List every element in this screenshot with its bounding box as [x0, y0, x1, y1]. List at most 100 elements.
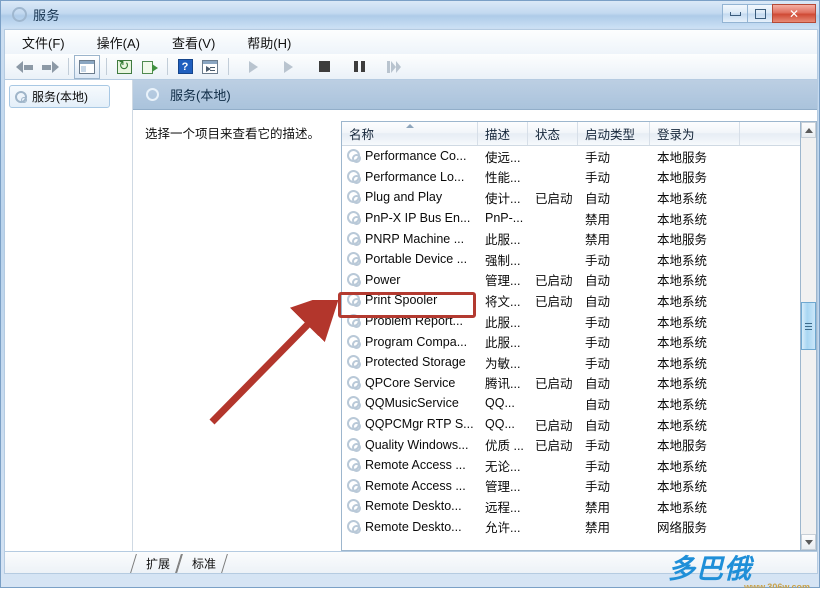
- refresh-icon[interactable]: [112, 56, 136, 78]
- table-row[interactable]: Program Compa... 此服... 手动 本地系统: [342, 331, 813, 352]
- cell-startup: 手动: [585, 253, 611, 268]
- cell-name: Print Spooler: [342, 293, 478, 308]
- minimize-button[interactable]: [722, 4, 748, 23]
- table-row[interactable]: Portable Device ... 强制... 手动 本地系统: [342, 249, 813, 270]
- tab-standard[interactable]: 标准: [179, 554, 225, 573]
- cell-description: 此服...: [485, 336, 521, 351]
- gear-icon: [347, 293, 361, 308]
- tab-extended[interactable]: 扩展: [133, 554, 179, 573]
- table-row[interactable]: Remote Deskto... 允许... 禁用 网络服务: [342, 517, 813, 538]
- cell-description: QQ...: [485, 417, 515, 432]
- table-row[interactable]: QQPCMgr RTP S... QQ... 已启动 自动 本地系统: [342, 414, 813, 435]
- cell-status: 已启动: [535, 191, 573, 206]
- vertical-scrollbar[interactable]: [800, 121, 817, 551]
- scroll-down-arrow[interactable]: [801, 534, 816, 550]
- menu-action[interactable]: 操作(A): [94, 31, 143, 54]
- forward-icon[interactable]: [38, 56, 62, 78]
- cell-startup: 自动: [585, 418, 611, 433]
- start-service-icon[interactable]: [242, 56, 266, 78]
- column-header-description[interactable]: 描述: [478, 122, 528, 145]
- service-name-label: PnP-X IP Bus En...: [365, 211, 471, 226]
- scroll-thumb[interactable]: [801, 302, 816, 350]
- title-bar: 服务 ✕: [1, 1, 819, 28]
- table-row[interactable]: Remote Access ... 管理... 手动 本地系统: [342, 476, 813, 497]
- cell-description: 管理...: [485, 274, 521, 289]
- table-row[interactable]: Plug and Play 使计... 已启动 自动 本地系统: [342, 187, 813, 208]
- menu-help[interactable]: 帮助(H): [244, 31, 294, 54]
- cell-description: 允许...: [485, 521, 521, 536]
- cell-logon: 本地系统: [657, 336, 708, 351]
- cell-logon: 本地系统: [657, 500, 708, 515]
- close-button[interactable]: ✕: [772, 4, 816, 23]
- table-row[interactable]: QQMusicService QQ... 自动 本地系统: [342, 393, 813, 414]
- gear-icon: [347, 252, 361, 267]
- cell-startup: 手动: [585, 336, 611, 351]
- stop-service-icon[interactable]: [312, 56, 336, 78]
- maximize-button[interactable]: [747, 4, 773, 23]
- table-row[interactable]: PnP-X IP Bus En... PnP-... 禁用 本地系统: [342, 208, 813, 229]
- gear-icon: [347, 211, 361, 226]
- table-row[interactable]: Remote Deskto... 远程... 禁用 本地系统: [342, 496, 813, 517]
- service-name-label: Protected Storage: [365, 355, 466, 370]
- column-header-log-on-as[interactable]: 登录为: [650, 122, 740, 145]
- cell-name: PnP-X IP Bus En...: [342, 211, 478, 226]
- gear-icon: [347, 458, 361, 473]
- table-row[interactable]: Protected Storage 为敏... 手动 本地系统: [342, 352, 813, 373]
- table-row[interactable]: QPCore Service 腾讯... 已启动 自动 本地系统: [342, 373, 813, 394]
- table-row[interactable]: Problem Report... 此服... 手动 本地系统: [342, 311, 813, 332]
- service-name-label: QQMusicService: [365, 396, 459, 411]
- cell-startup: 自动: [585, 397, 611, 412]
- sidebar-item-services-local[interactable]: 服务(本地): [9, 85, 110, 108]
- cell-startup: 手动: [585, 459, 611, 474]
- desktop-background: [0, 588, 820, 600]
- screenshot-root: 服务 ✕ 文件(F) 操作(A) 查看(V) 帮助(H) ↻ ? 服务(本地) …: [0, 0, 820, 600]
- pause-service-icon[interactable]: [347, 56, 371, 78]
- gear-icon: [347, 355, 361, 370]
- column-header-startup-type[interactable]: 启动类型: [578, 122, 650, 145]
- cell-description: 无论...: [485, 459, 521, 474]
- service-name-label: QPCore Service: [365, 375, 456, 390]
- cell-name: Performance Lo...: [342, 169, 478, 184]
- service-name-label: Remote Deskto...: [365, 519, 462, 534]
- cell-description: 远程...: [485, 500, 521, 515]
- table-row[interactable]: Print Spooler 将文... 已启动 自动 本地系统: [342, 290, 813, 311]
- resume-service-icon[interactable]: [277, 56, 301, 78]
- cell-startup: 禁用: [585, 500, 611, 515]
- cell-logon: 本地系统: [657, 253, 708, 268]
- cell-name: Remote Deskto...: [342, 519, 478, 534]
- table-row[interactable]: Performance Lo... 性能... 手动 本地服务: [342, 167, 813, 188]
- cell-startup: 手动: [585, 480, 611, 495]
- properties-icon[interactable]: [198, 56, 222, 78]
- restart-service-icon[interactable]: [382, 56, 406, 78]
- table-row[interactable]: Performance Co... 使远... 手动 本地服务: [342, 146, 813, 167]
- table-row[interactable]: Quality Windows... 优质 ... 已启动 手动 本地服务: [342, 434, 813, 455]
- service-name-label: PNRP Machine ...: [365, 231, 465, 246]
- cell-name: Problem Report...: [342, 314, 478, 329]
- show-hide-console-tree-icon[interactable]: [74, 54, 100, 79]
- export-list-icon[interactable]: [137, 56, 161, 78]
- column-header-name[interactable]: 名称: [342, 122, 478, 145]
- table-row[interactable]: Power 管理... 已启动 自动 本地系统: [342, 270, 813, 291]
- help-icon[interactable]: ?: [173, 56, 197, 78]
- cell-logon: 本地系统: [657, 191, 708, 206]
- cell-logon: 本地系统: [657, 377, 708, 392]
- scroll-up-arrow[interactable]: [801, 122, 816, 138]
- service-name-label: Problem Report...: [365, 314, 463, 329]
- cell-startup: 手动: [585, 150, 611, 165]
- pane-header: 服务(本地): [133, 80, 817, 110]
- table-row[interactable]: Remote Access ... 无论... 手动 本地系统: [342, 455, 813, 476]
- cell-logon: 本地系统: [657, 459, 708, 474]
- cell-logon: 本地系统: [657, 480, 708, 495]
- column-header-status[interactable]: 状态: [528, 122, 578, 145]
- service-name-label: Remote Access ...: [365, 478, 466, 493]
- tool-bar: ?: [4, 54, 818, 80]
- table-row[interactable]: PNRP Machine ... 此服... 禁用 本地服务: [342, 228, 813, 249]
- back-icon[interactable]: [13, 56, 37, 78]
- gear-icon: [347, 231, 361, 246]
- menu-file[interactable]: 文件(F): [19, 31, 68, 54]
- cell-name: Performance Co...: [342, 149, 478, 164]
- service-name-label: Performance Lo...: [365, 169, 465, 184]
- menu-view[interactable]: 查看(V): [169, 31, 218, 54]
- gear-icon: [347, 396, 361, 411]
- cell-logon: 本地服务: [657, 171, 708, 186]
